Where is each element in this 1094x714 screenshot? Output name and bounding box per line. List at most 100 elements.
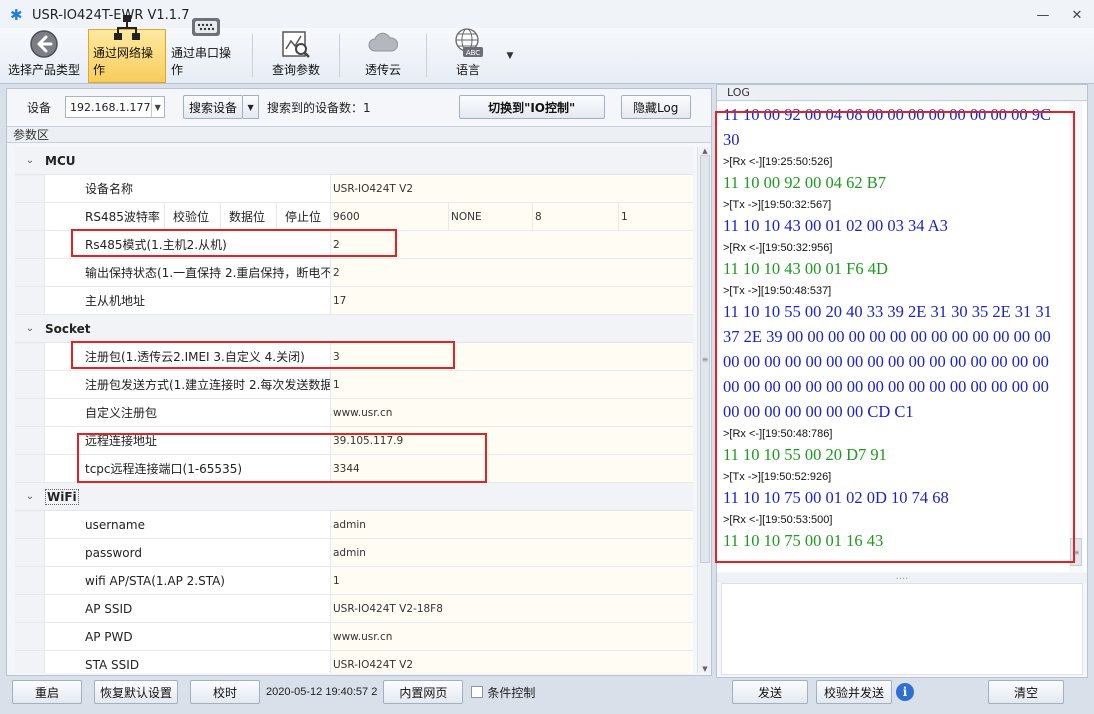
log-splitter[interactable]: .... bbox=[717, 572, 1087, 583]
category-socket[interactable]: ⌄ Socket bbox=[15, 315, 693, 343]
row-gutter bbox=[15, 343, 45, 370]
cloud-button[interactable]: 透传云 bbox=[346, 29, 420, 83]
prop-row-custom-register[interactable]: 自定义注册包 www.usr.cn bbox=[15, 399, 693, 427]
category-wifi[interactable]: ⌄ WiFi bbox=[15, 483, 693, 511]
category-mcu[interactable]: ⌄ MCU bbox=[15, 147, 693, 175]
prop-value[interactable]: 1 bbox=[331, 371, 693, 398]
prop-value[interactable]: 3 bbox=[331, 343, 693, 370]
property-grid: ⌄ MCU 设备名称 USR-IO424T V2 RS485波特率 校验位 数据… bbox=[15, 147, 693, 673]
prop-row-register-packet[interactable]: 注册包(1.透传云2.IMEI 3.自定义 4.关闭) 3 bbox=[15, 343, 693, 371]
prop-value[interactable]: 1 bbox=[331, 567, 693, 594]
collapse-chevron-icon[interactable]: ⌄ bbox=[15, 323, 45, 334]
check-and-send-button[interactable]: 校验并发送 bbox=[816, 680, 892, 704]
prop-value[interactable]: 9600 bbox=[331, 203, 449, 230]
builtin-web-button[interactable]: 内置网页 bbox=[383, 680, 464, 704]
prop-row-username[interactable]: username admin bbox=[15, 511, 693, 539]
serial-operation-button[interactable]: 通过串口操作 bbox=[166, 18, 246, 83]
select-product-type-button[interactable]: 选择产品类型 bbox=[0, 29, 88, 83]
prop-row-output-keep[interactable]: 输出保持状态(1.一直保持 2.重启保持，断电不 2 bbox=[15, 259, 693, 287]
chevron-down-icon[interactable]: ▼ bbox=[503, 28, 517, 83]
info-icon[interactable]: i bbox=[896, 683, 914, 701]
restart-button[interactable]: 重启 bbox=[12, 680, 82, 704]
switch-io-control-button[interactable]: 切换到"IO控制" bbox=[458, 95, 605, 119]
prop-row-rs485-mode[interactable]: Rs485模式(1.主机2.从机) 2 bbox=[15, 231, 693, 259]
serial-port-icon bbox=[189, 12, 223, 42]
sync-time-button[interactable]: 校时 bbox=[190, 680, 260, 704]
prop-key: AP PWD bbox=[45, 623, 331, 650]
prop-row-remote-address[interactable]: 远程连接地址 39.105.117.9 bbox=[15, 427, 693, 455]
prop-row-serial[interactable]: RS485波特率 校验位 数据位 停止位 9600 NONE 8 1 bbox=[15, 203, 693, 231]
param-scrollbar[interactable]: ▲ ≡ ▼ bbox=[697, 147, 711, 673]
prop-key: Rs485模式(1.主机2.从机) bbox=[45, 231, 331, 258]
prop-value[interactable]: USR-IO424T V2 bbox=[331, 651, 693, 673]
collapse-chevron-icon[interactable]: ⌄ bbox=[15, 155, 45, 166]
prop-row-ap-ssid[interactable]: AP SSID USR-IO424T V2-18F8 bbox=[15, 595, 693, 623]
send-button[interactable]: 发送 bbox=[732, 680, 808, 704]
prop-key: password bbox=[45, 539, 331, 566]
title-bar: ✱ USR-IO424T-EWR V1.1.7 — ✕ bbox=[0, 0, 1094, 30]
scroll-thumb[interactable]: ≡ bbox=[700, 155, 710, 563]
prop-key: wifi AP/STA(1.AP 2.STA) bbox=[45, 567, 331, 594]
hide-log-button[interactable]: 隐藏Log bbox=[620, 95, 691, 119]
row-gutter bbox=[15, 623, 45, 650]
prop-row-address[interactable]: 主从机地址 17 bbox=[15, 287, 693, 315]
send-input[interactable] bbox=[721, 583, 1083, 675]
prop-key: 数据位 bbox=[221, 203, 277, 230]
query-chart-icon bbox=[279, 29, 313, 59]
scroll-up-icon[interactable]: ▲ bbox=[698, 147, 712, 155]
prop-key: username bbox=[45, 511, 331, 538]
search-device-button[interactable]: 搜索设备 bbox=[183, 95, 244, 119]
chevron-down-icon[interactable]: ▼ bbox=[243, 95, 260, 119]
row-gutter bbox=[15, 595, 45, 622]
network-operation-button[interactable]: 通过网络操作 bbox=[88, 15, 166, 83]
query-params-button[interactable]: 查询参数 bbox=[259, 29, 333, 83]
collapse-chevron-icon[interactable]: ⌄ bbox=[15, 491, 45, 502]
search-device-split-button: 搜索设备 ▼ bbox=[183, 95, 260, 119]
prop-value[interactable]: www.usr.cn bbox=[331, 623, 693, 650]
prop-value[interactable]: 17 bbox=[331, 287, 693, 314]
toolbar-label: 透传云 bbox=[364, 63, 401, 77]
prop-key: 注册包(1.透传云2.IMEI 3.自定义 4.关闭) bbox=[45, 343, 331, 370]
prop-value[interactable]: 39.105.117.9 bbox=[331, 427, 693, 454]
clear-button[interactable]: 清空 bbox=[988, 680, 1064, 704]
prop-key: 设备名称 bbox=[45, 175, 331, 202]
log-timestamp: >[Tx ->][19:50:52:926] bbox=[723, 471, 832, 483]
row-gutter bbox=[15, 567, 45, 594]
chevron-down-icon[interactable]: ▼ bbox=[150, 97, 165, 117]
scroll-down-icon[interactable]: ▼ bbox=[698, 665, 712, 673]
log-scrollbar[interactable]: ≡ bbox=[1069, 102, 1083, 572]
prop-row-password[interactable]: password admin bbox=[15, 539, 693, 567]
language-button[interactable]: ABC 语言 bbox=[433, 28, 503, 83]
prop-value[interactable]: admin bbox=[331, 539, 693, 566]
scroll-thumb[interactable]: ≡ bbox=[1070, 538, 1082, 566]
condition-control-checkbox[interactable]: 条件控制 bbox=[471, 684, 535, 701]
device-ip-select[interactable]: 192.168.1.177 ▼ bbox=[65, 96, 166, 118]
log-view[interactable]: 11 10 00 92 00 04 08 00 00 00 00 00 00 0… bbox=[717, 102, 1087, 572]
close-button[interactable]: ✕ bbox=[1060, 0, 1094, 30]
prop-row-ap-pwd[interactable]: AP PWD www.usr.cn bbox=[15, 623, 693, 651]
prop-value[interactable]: admin bbox=[331, 511, 693, 538]
prop-value[interactable]: 2 bbox=[331, 259, 693, 286]
toolbar-label: 选择产品类型 bbox=[7, 63, 80, 77]
log-timestamp: >[Rx <-][19:50:32:956] bbox=[723, 242, 833, 254]
prop-value[interactable]: 3344 bbox=[331, 455, 693, 482]
prop-key: 注册包发送方式(1.建立连接时 2.每次发送数据 bbox=[45, 371, 331, 398]
prop-value[interactable]: 1 bbox=[619, 203, 693, 230]
minimize-button[interactable]: — bbox=[1026, 0, 1060, 30]
checkbox-box[interactable] bbox=[471, 686, 484, 698]
prop-row-remote-port[interactable]: tcpc远程连接端口(1-65535) 3344 bbox=[15, 455, 693, 483]
prop-value[interactable]: 2 bbox=[331, 231, 693, 258]
prop-value[interactable]: USR-IO424T V2 bbox=[331, 175, 693, 202]
prop-row-wifi-mode[interactable]: wifi AP/STA(1.AP 2.STA) 1 bbox=[15, 567, 693, 595]
prop-row-sta-ssid[interactable]: STA SSID USR-IO424T V2 bbox=[15, 651, 693, 673]
toolbar-separator bbox=[252, 34, 253, 77]
prop-row-register-send-mode[interactable]: 注册包发送方式(1.建立连接时 2.每次发送数据 1 bbox=[15, 371, 693, 399]
prop-value[interactable]: www.usr.cn bbox=[331, 399, 693, 426]
prop-value[interactable]: 8 bbox=[533, 203, 619, 230]
restore-defaults-button[interactable]: 恢复默认设置 bbox=[94, 680, 178, 704]
device-label: 设备 bbox=[27, 100, 52, 115]
prop-value[interactable]: NONE bbox=[449, 203, 533, 230]
row-gutter bbox=[15, 259, 45, 286]
prop-row-device-name[interactable]: 设备名称 USR-IO424T V2 bbox=[15, 175, 693, 203]
prop-value[interactable]: USR-IO424T V2-18F8 bbox=[331, 595, 693, 622]
